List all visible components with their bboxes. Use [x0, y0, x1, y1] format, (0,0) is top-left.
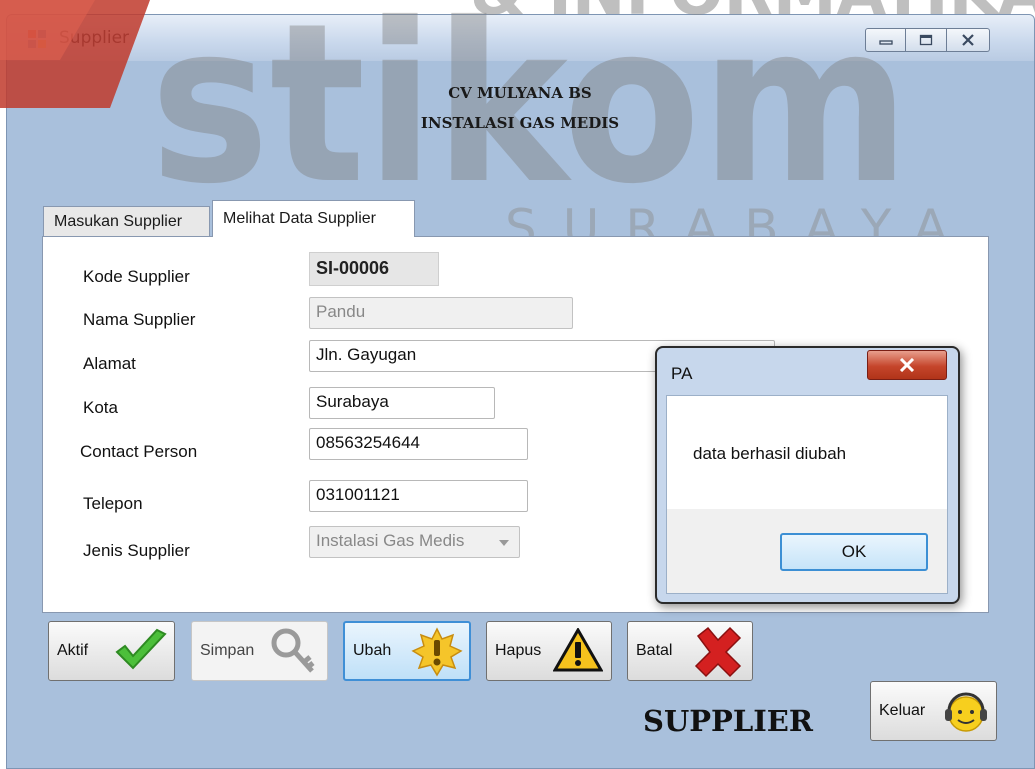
aktif-label: Aktif	[57, 642, 89, 659]
app-icon	[28, 30, 46, 48]
telepon-field[interactable]: 031001121	[309, 480, 528, 512]
company-header: CV MULYANA BS INSTALASI GAS MEDIS	[400, 78, 640, 138]
maximize-icon	[919, 34, 933, 46]
maximize-button[interactable]	[906, 28, 947, 52]
support-headset-icon	[945, 692, 987, 732]
ok-button[interactable]: OK	[780, 533, 928, 571]
warning-burst-icon	[411, 627, 463, 677]
close-button[interactable]	[947, 28, 990, 52]
kota-label: Kota	[83, 398, 118, 417]
tab-masukan-supplier[interactable]: Masukan Supplier	[43, 206, 210, 236]
dialog-body: data berhasil diubah	[666, 395, 948, 509]
footer-title: SUPPLIER	[643, 704, 814, 738]
hapus-button[interactable]: Hapus	[486, 621, 612, 681]
ubah-button[interactable]: Ubah	[343, 621, 471, 681]
dialog-title: PA	[671, 364, 693, 383]
batal-button[interactable]: Batal	[627, 621, 753, 681]
jenis-supplier-label: Jenis Supplier	[83, 541, 190, 560]
kode-supplier-value: SI-00006	[309, 252, 439, 286]
dialog-message: data berhasil diubah	[693, 444, 847, 463]
jenis-supplier-select[interactable]: Instalasi Gas Medis	[309, 526, 520, 558]
tab-melihat-data-supplier[interactable]: Melihat Data Supplier	[212, 200, 415, 237]
jenis-supplier-value: Instalasi Gas Medis	[316, 531, 465, 550]
company-subtitle: INSTALASI GAS MEDIS	[420, 114, 620, 132]
kode-supplier-label: Kode Supplier	[83, 267, 190, 286]
company-name: CV MULYANA BS	[448, 84, 592, 102]
keluar-button[interactable]: Keluar	[870, 681, 997, 741]
minimize-icon	[878, 40, 893, 45]
cancel-x-icon	[694, 626, 742, 678]
close-icon	[899, 358, 915, 372]
message-dialog: PA data berhasil diubah OK	[655, 346, 960, 604]
close-icon	[962, 34, 974, 46]
dialog-footer: OK	[666, 509, 948, 594]
key-icon	[271, 628, 315, 673]
dialog-close-button[interactable]	[867, 350, 947, 380]
contact-person-field[interactable]: 08563254644	[309, 428, 528, 460]
kota-field[interactable]: Surabaya	[309, 387, 495, 419]
hapus-label: Hapus	[495, 642, 542, 659]
ubah-label: Ubah	[353, 642, 392, 659]
alamat-label: Alamat	[83, 354, 136, 373]
title-bar[interactable]: Supplier	[7, 15, 1034, 61]
simpan-button[interactable]: Simpan	[191, 621, 328, 681]
nama-supplier-field[interactable]: Pandu	[309, 297, 573, 329]
batal-label: Batal	[636, 642, 673, 659]
telepon-label: Telepon	[83, 494, 143, 513]
nama-supplier-label: Nama Supplier	[83, 310, 196, 329]
aktif-button[interactable]: Aktif	[48, 621, 175, 681]
window-title: Supplier	[59, 28, 130, 48]
simpan-label: Simpan	[200, 642, 255, 659]
chevron-down-icon	[499, 540, 509, 546]
keluar-label: Keluar	[879, 702, 926, 719]
contact-person-label: Contact Person	[80, 442, 198, 461]
minimize-button[interactable]	[865, 28, 906, 52]
warning-triangle-icon	[553, 628, 603, 672]
checkmark-icon	[115, 628, 167, 670]
